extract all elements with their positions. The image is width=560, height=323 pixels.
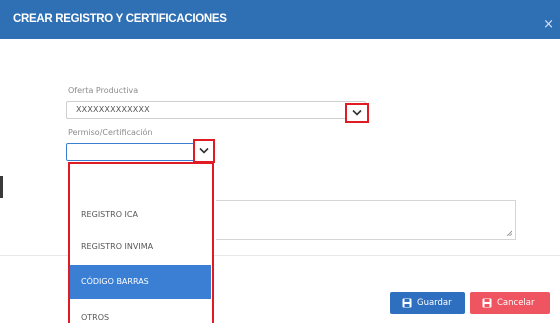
chevron-down-icon (352, 109, 362, 116)
dropdown-option-codigo-barras[interactable]: CÓDIGO BARRAS (70, 265, 211, 299)
background-edge (0, 176, 3, 198)
oferta-chevron-highlight[interactable] (345, 103, 369, 123)
permiso-certificacion-label: Permiso/Certificación (68, 128, 153, 137)
oferta-productiva-label: Oferta Productiva (68, 86, 139, 95)
cancel-button[interactable]: Cancelar (470, 292, 550, 314)
permiso-chevron-highlight[interactable] (193, 139, 215, 163)
dropdown-option-otros[interactable]: OTROS (70, 303, 211, 323)
dropdown-option-registro-invima[interactable]: REGISTRO INVIMA (70, 232, 211, 262)
save-button-label: Guardar (417, 298, 452, 308)
permiso-certificacion-select[interactable] (66, 143, 196, 161)
oferta-productiva-select[interactable]: XXXXXXXXXXXXX (66, 101, 366, 119)
cancel-button-label: Cancelar (497, 298, 535, 308)
resize-handle-icon[interactable] (506, 230, 512, 236)
floppy-disk-icon (482, 298, 492, 308)
permiso-options-dropdown: REGISTRO ICA REGISTRO INVIMA CÓDIGO BARR… (68, 162, 214, 323)
floppy-disk-icon (402, 298, 412, 308)
observaciones-textarea[interactable] (216, 200, 516, 240)
dropdown-option-registro-ica[interactable]: REGISTRO ICA (70, 200, 211, 230)
chevron-down-icon (199, 147, 209, 154)
dialog-header: CREAR REGISTRO Y CERTIFICACIONES × (0, 0, 560, 39)
dialog-title: CREAR REGISTRO Y CERTIFICACIONES (13, 13, 227, 25)
oferta-productiva-value: XXXXXXXXXXXXX (76, 105, 150, 114)
save-button[interactable]: Guardar (390, 292, 465, 314)
close-icon[interactable]: × (543, 18, 554, 31)
